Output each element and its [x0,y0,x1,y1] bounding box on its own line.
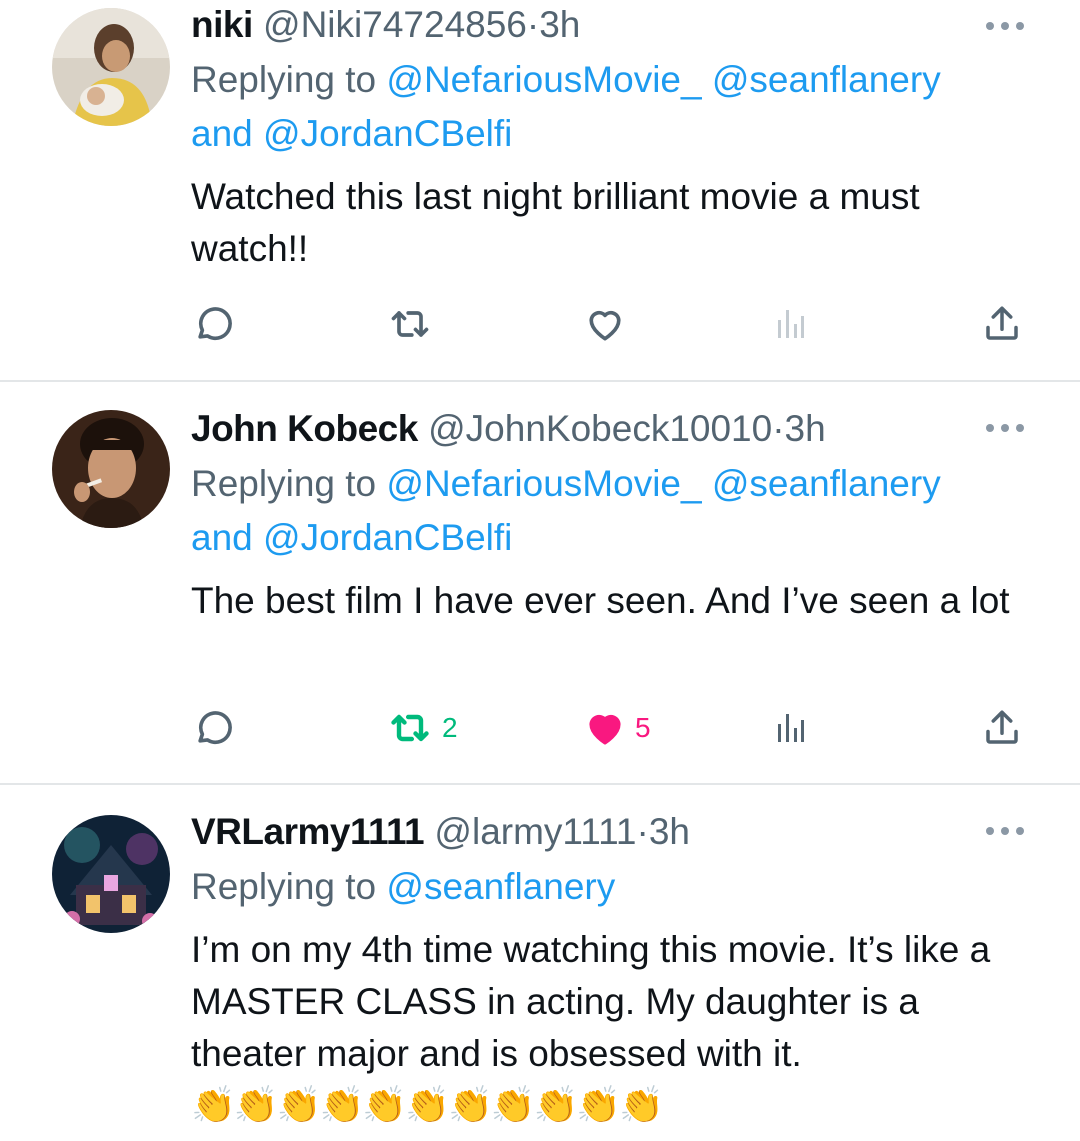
mention-link[interactable]: @seanflanery [712,59,941,100]
avatar[interactable] [52,815,170,933]
retweet-icon [391,311,429,337]
mention-link[interactable]: @seanflanery [386,866,615,907]
tweet-actions: 2 5 [191,698,1031,758]
user-handle[interactable]: @JohnKobeck10010 [428,408,772,449]
display-name[interactable]: John Kobeck [191,408,418,449]
user-handle[interactable]: @larmy1111 [434,811,636,852]
views-button[interactable] [776,294,806,354]
timestamp[interactable]: 3h [785,408,826,449]
like-count: 5 [635,712,651,743]
replying-to: Replying to @NefariousMovie_ @seanflaner… [191,457,1020,565]
tweet-text: The best film I have ever seen. And I’ve… [191,580,1010,621]
avatar[interactable] [52,8,170,126]
tweet-3[interactable]: VRLarmy1111 @larmy1111·3h Replying to @s… [0,785,1080,1141]
share-button[interactable] [981,294,1023,354]
mention-link[interactable]: @JordanCBelfi [263,517,512,558]
retweet-button[interactable]: 2 [386,698,458,758]
like-button[interactable]: 5 [583,698,651,758]
replying-to-label: Replying to [191,866,387,907]
tweet-header: VRLarmy1111 @larmy1111·3h [191,807,1020,857]
reply-icon [198,711,232,745]
clapping-emoji-row: 👏👏👏👏👏👏👏👏👏👏👏 [191,1084,664,1125]
mention-joiner: and [191,517,253,558]
replying-to-label: Replying to [191,463,387,504]
tweet-2[interactable]: John Kobeck @JohnKobeck10010·3h Replying… [0,382,1080,783]
views-button[interactable] [776,698,806,758]
retweet-count: 2 [442,712,458,743]
separator-dot: · [772,408,785,449]
tweet-text: I’m on my 4th time watching this movie. … [191,929,991,1074]
user-handle[interactable]: @Niki74724856 [263,4,527,45]
display-name[interactable]: VRLarmy1111 [191,811,425,852]
mention-link[interactable]: @NefariousMovie_ [386,59,701,100]
timestamp[interactable]: 3h [649,811,690,852]
tweet-text: Watched this last night brilliant movie … [191,176,920,269]
reply-button[interactable] [191,294,235,354]
share-icon [986,306,1018,340]
separator-dot: · [636,811,649,852]
share-button[interactable] [981,698,1023,758]
mention-link[interactable]: @JordanCBelfi [263,113,512,154]
mention-link[interactable]: @NefariousMovie_ [386,463,701,504]
timestamp[interactable]: 3h [539,4,580,45]
mention-link[interactable]: @seanflanery [712,463,941,504]
separator-dot: · [526,4,540,45]
heart-icon [589,310,621,341]
replying-to: Replying to @NefariousMovie_ @seanflaner… [191,53,1020,161]
mention-joiner: and [191,113,253,154]
heart-icon [589,714,621,745]
tweet-actions [191,294,1031,354]
tweet-header: John Kobeck @JohnKobeck10010·3h [191,404,1020,454]
replying-to-label: Replying to [191,59,387,100]
avatar[interactable] [52,410,170,528]
tweet-1[interactable]: niki @Niki74724856·3h Replying to @Nefar… [0,0,1080,380]
views-icon [778,310,804,338]
reply-button[interactable] [191,698,235,758]
tweet-header: niki @Niki74724856·3h [191,0,1020,50]
retweet-icon [391,714,429,742]
display-name[interactable]: niki [191,4,253,45]
reply-icon [198,307,232,341]
views-icon [778,714,804,742]
retweet-button[interactable] [386,294,442,354]
replying-to: Replying to @seanflanery [191,860,1020,914]
like-button[interactable] [583,294,635,354]
share-icon [986,710,1018,744]
